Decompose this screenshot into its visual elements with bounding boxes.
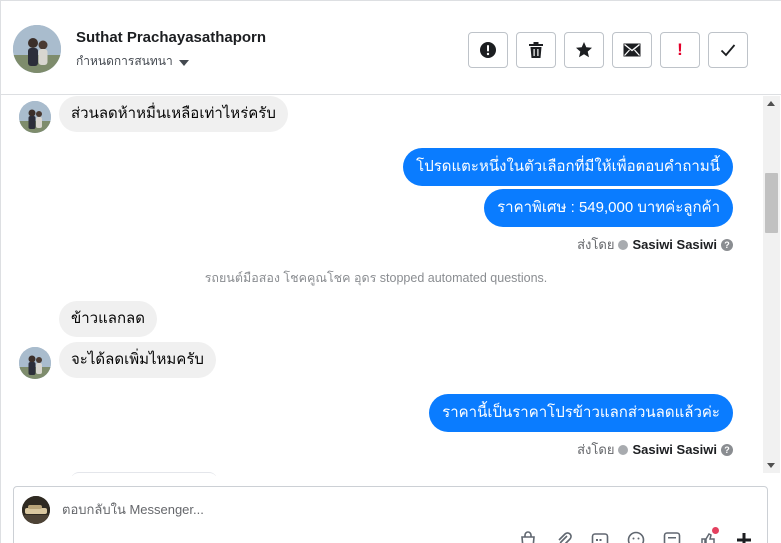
contact-name[interactable]: Suthat Prachayasathaporn <box>76 29 266 46</box>
notification-dot-icon <box>712 527 719 534</box>
spam-icon <box>480 42 496 58</box>
emoji-icon[interactable] <box>627 531 645 543</box>
incoming-message[interactable]: จะได้ลดเพิ่มไหมครับ <box>59 342 216 378</box>
like-icon[interactable] <box>699 527 719 543</box>
verified-dot-icon <box>618 444 629 455</box>
gif-icon[interactable] <box>591 531 609 543</box>
trash-icon <box>529 42 543 58</box>
assign-conversation-dropdown[interactable]: กำหนดการสนทนา <box>76 52 189 71</box>
scrollbar-thumb[interactable] <box>765 173 778 233</box>
system-notice: รถยนต์มือสอง โชคคูณโชค อุดร stopped auto… <box>204 271 548 285</box>
mark-spam-button[interactable] <box>468 32 508 68</box>
scroll-down-arrow-icon[interactable] <box>767 463 775 468</box>
caret-down-icon <box>178 59 189 66</box>
reply-composer <box>13 486 768 543</box>
sent-by-label: ส่งโดย Sasiwi Sasiwi ? <box>577 234 733 255</box>
more-options-icon[interactable] <box>735 531 753 543</box>
delete-button[interactable] <box>516 32 556 68</box>
contact-avatar-small <box>19 347 51 379</box>
partial-message <box>71 472 217 476</box>
outgoing-message[interactable]: โปรดแตะหนึ่งในตัวเลือกที่มีให้เพื่อตอบคำ… <box>403 148 733 186</box>
exclamation-icon: ! <box>677 40 683 59</box>
outgoing-message[interactable]: ราคาพิเศษ : 549,000 บาทค่ะลูกค้า <box>484 189 733 227</box>
check-icon <box>720 44 736 57</box>
shopping-bag-icon[interactable] <box>519 531 537 543</box>
contact-avatar-small <box>19 101 51 133</box>
contact-avatar[interactable] <box>13 25 61 73</box>
sent-by-label: ส่งโดย Sasiwi Sasiwi ? <box>577 439 733 460</box>
incoming-message[interactable]: ข้าวแลกลด <box>59 301 157 337</box>
sent-by-prefix: ส่งโดย <box>577 237 615 252</box>
star-button[interactable] <box>564 32 604 68</box>
sent-by-prefix: ส่งโดย <box>577 442 615 457</box>
follow-up-button[interactable]: ! <box>660 32 700 68</box>
sender-name: Sasiwi Sasiwi <box>632 237 717 252</box>
incoming-message[interactable]: ส่วนลดห้าหมื่นเหลือเท่าไหร่ครับ <box>59 96 288 132</box>
page-avatar <box>22 496 50 524</box>
composer-toolbar <box>519 527 753 543</box>
thread-scrollbar[interactable] <box>763 96 780 473</box>
mark-done-button[interactable] <box>708 32 748 68</box>
help-icon[interactable]: ? <box>721 443 733 456</box>
message-thread: ส่วนลดห้าหมื่นเหลือเท่าไหร่ครับ โปรดแตะห… <box>1 96 763 476</box>
paperclip-icon[interactable] <box>555 531 573 543</box>
saved-replies-icon[interactable] <box>663 531 681 543</box>
verified-dot-icon <box>618 239 629 250</box>
outgoing-message[interactable]: ราคานี้เป็นราคาโปรข้าวแลกส่วนลดแล้วค่ะ <box>429 394 733 432</box>
star-icon <box>576 42 592 58</box>
assign-conversation-label: กำหนดการสนทนา <box>76 54 173 68</box>
mark-unread-button[interactable] <box>612 32 652 68</box>
help-icon[interactable]: ? <box>721 238 733 251</box>
sender-name: Sasiwi Sasiwi <box>632 442 717 457</box>
conversation-actions: ! <box>468 32 748 68</box>
scroll-up-arrow-icon[interactable] <box>767 101 775 106</box>
envelope-icon <box>623 43 641 57</box>
inbox-conversation-panel: Suthat Prachayasathaporn กำหนดการสนทนา !… <box>0 0 781 543</box>
reply-input[interactable] <box>62 502 662 517</box>
conversation-header: Suthat Prachayasathaporn กำหนดการสนทนา ! <box>1 1 781 95</box>
